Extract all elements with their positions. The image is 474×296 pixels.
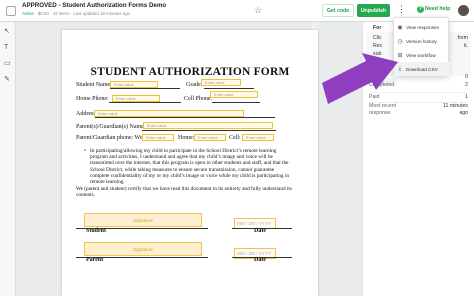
student-signature-field[interactable]: Signature bbox=[84, 213, 202, 227]
more-menu: ◉ View responses ◷ Version history ⊞ View w… bbox=[393, 17, 450, 76]
cell-field[interactable]: Enter value bbox=[242, 134, 274, 141]
paid-value: 1 bbox=[465, 94, 468, 100]
document-title: STUDENT AUTHORIZATION FORM bbox=[90, 66, 290, 78]
get-code-button[interactable]: Get code bbox=[322, 4, 354, 17]
eye-icon: ◉ bbox=[397, 24, 403, 31]
student-name-field[interactable]: Enter value bbox=[110, 81, 158, 88]
menu-item-view-workflow[interactable]: ⊞ View workflow bbox=[394, 48, 450, 62]
student-name-label: Student Name: bbox=[76, 82, 112, 88]
help-button[interactable]: ? Need help bbox=[417, 6, 450, 13]
cell-phone-label: Cell Phone: bbox=[184, 96, 213, 102]
home-phone-label: Home Phone: bbox=[76, 96, 109, 102]
menu-item-view-responses[interactable]: ◉ View responses bbox=[394, 20, 450, 34]
form-meta: Active · $0.00 · 44 items · Last updated… bbox=[22, 11, 130, 16]
field-tool-icon[interactable]: ▭ bbox=[4, 60, 12, 67]
home-label: Home: bbox=[178, 135, 195, 141]
status-badge: Active bbox=[22, 11, 34, 16]
history-icon: ◷ bbox=[397, 38, 403, 45]
unpublish-button[interactable]: Unpublish bbox=[357, 4, 390, 17]
parent-name-label: Parent(s)/Guardian(s) Name: bbox=[76, 124, 146, 130]
annotation-arrow-icon bbox=[322, 53, 398, 104]
text-tool-icon[interactable]: T bbox=[4, 44, 12, 51]
grade-label: Grade: bbox=[186, 82, 203, 88]
consent-paragraph: In participating/allowing my child to pa… bbox=[90, 148, 290, 186]
parent-signature-field[interactable]: Signature bbox=[84, 242, 202, 256]
more-menu-icon[interactable]: ⋮ bbox=[397, 4, 406, 15]
panel-heading: For bbox=[373, 25, 382, 31]
price-text: $0.00 bbox=[37, 11, 49, 16]
items-count: 44 items bbox=[52, 11, 70, 16]
form-icon bbox=[6, 6, 16, 16]
parent-date-label: Date bbox=[254, 257, 266, 263]
last-updated: Last updated 18 minutes ago bbox=[73, 11, 130, 16]
document-page: STUDENT AUTHORIZATION FORM Student Name:… bbox=[62, 30, 318, 296]
student-date-label: Date bbox=[254, 228, 266, 234]
home-phone-field[interactable]: Enter value bbox=[112, 95, 160, 102]
work-phone-field[interactable]: Enter value bbox=[142, 134, 174, 141]
parent-name-field[interactable]: Enter value bbox=[143, 122, 273, 129]
left-toolbar: ↖ T ▭ ✎ bbox=[0, 22, 16, 296]
page-title: APPROVED - Student Authorization Forms D… bbox=[22, 2, 167, 9]
cell-label: Cell: bbox=[229, 135, 241, 141]
parent-label: Parent bbox=[86, 257, 104, 263]
help-icon: ? bbox=[417, 6, 424, 13]
address-field[interactable]: Enter value bbox=[94, 110, 244, 117]
home-field[interactable]: Enter value bbox=[194, 134, 226, 141]
star-icon[interactable]: ☆ bbox=[254, 5, 262, 16]
cell-phone-field[interactable]: Enter value bbox=[210, 91, 258, 98]
menu-item-version-history[interactable]: ◷ Version history bbox=[394, 34, 450, 48]
menu-item-download-csv[interactable]: ⤓ Download CSV bbox=[394, 62, 450, 76]
avatar[interactable] bbox=[458, 5, 469, 16]
parent-phone-work-label: Parent/Guardian phone: Work: bbox=[76, 135, 150, 141]
certify-paragraph: We (parent and student) certify that we … bbox=[76, 186, 292, 199]
student-label: Student bbox=[86, 228, 107, 234]
grade-field[interactable]: Enter value bbox=[201, 79, 241, 86]
signature-tool-icon[interactable]: ✎ bbox=[4, 76, 12, 83]
pointer-icon[interactable]: ↖ bbox=[4, 28, 12, 35]
most-recent-value: 11 minutes ago bbox=[443, 103, 468, 116]
completed-value: 2 bbox=[465, 82, 468, 88]
